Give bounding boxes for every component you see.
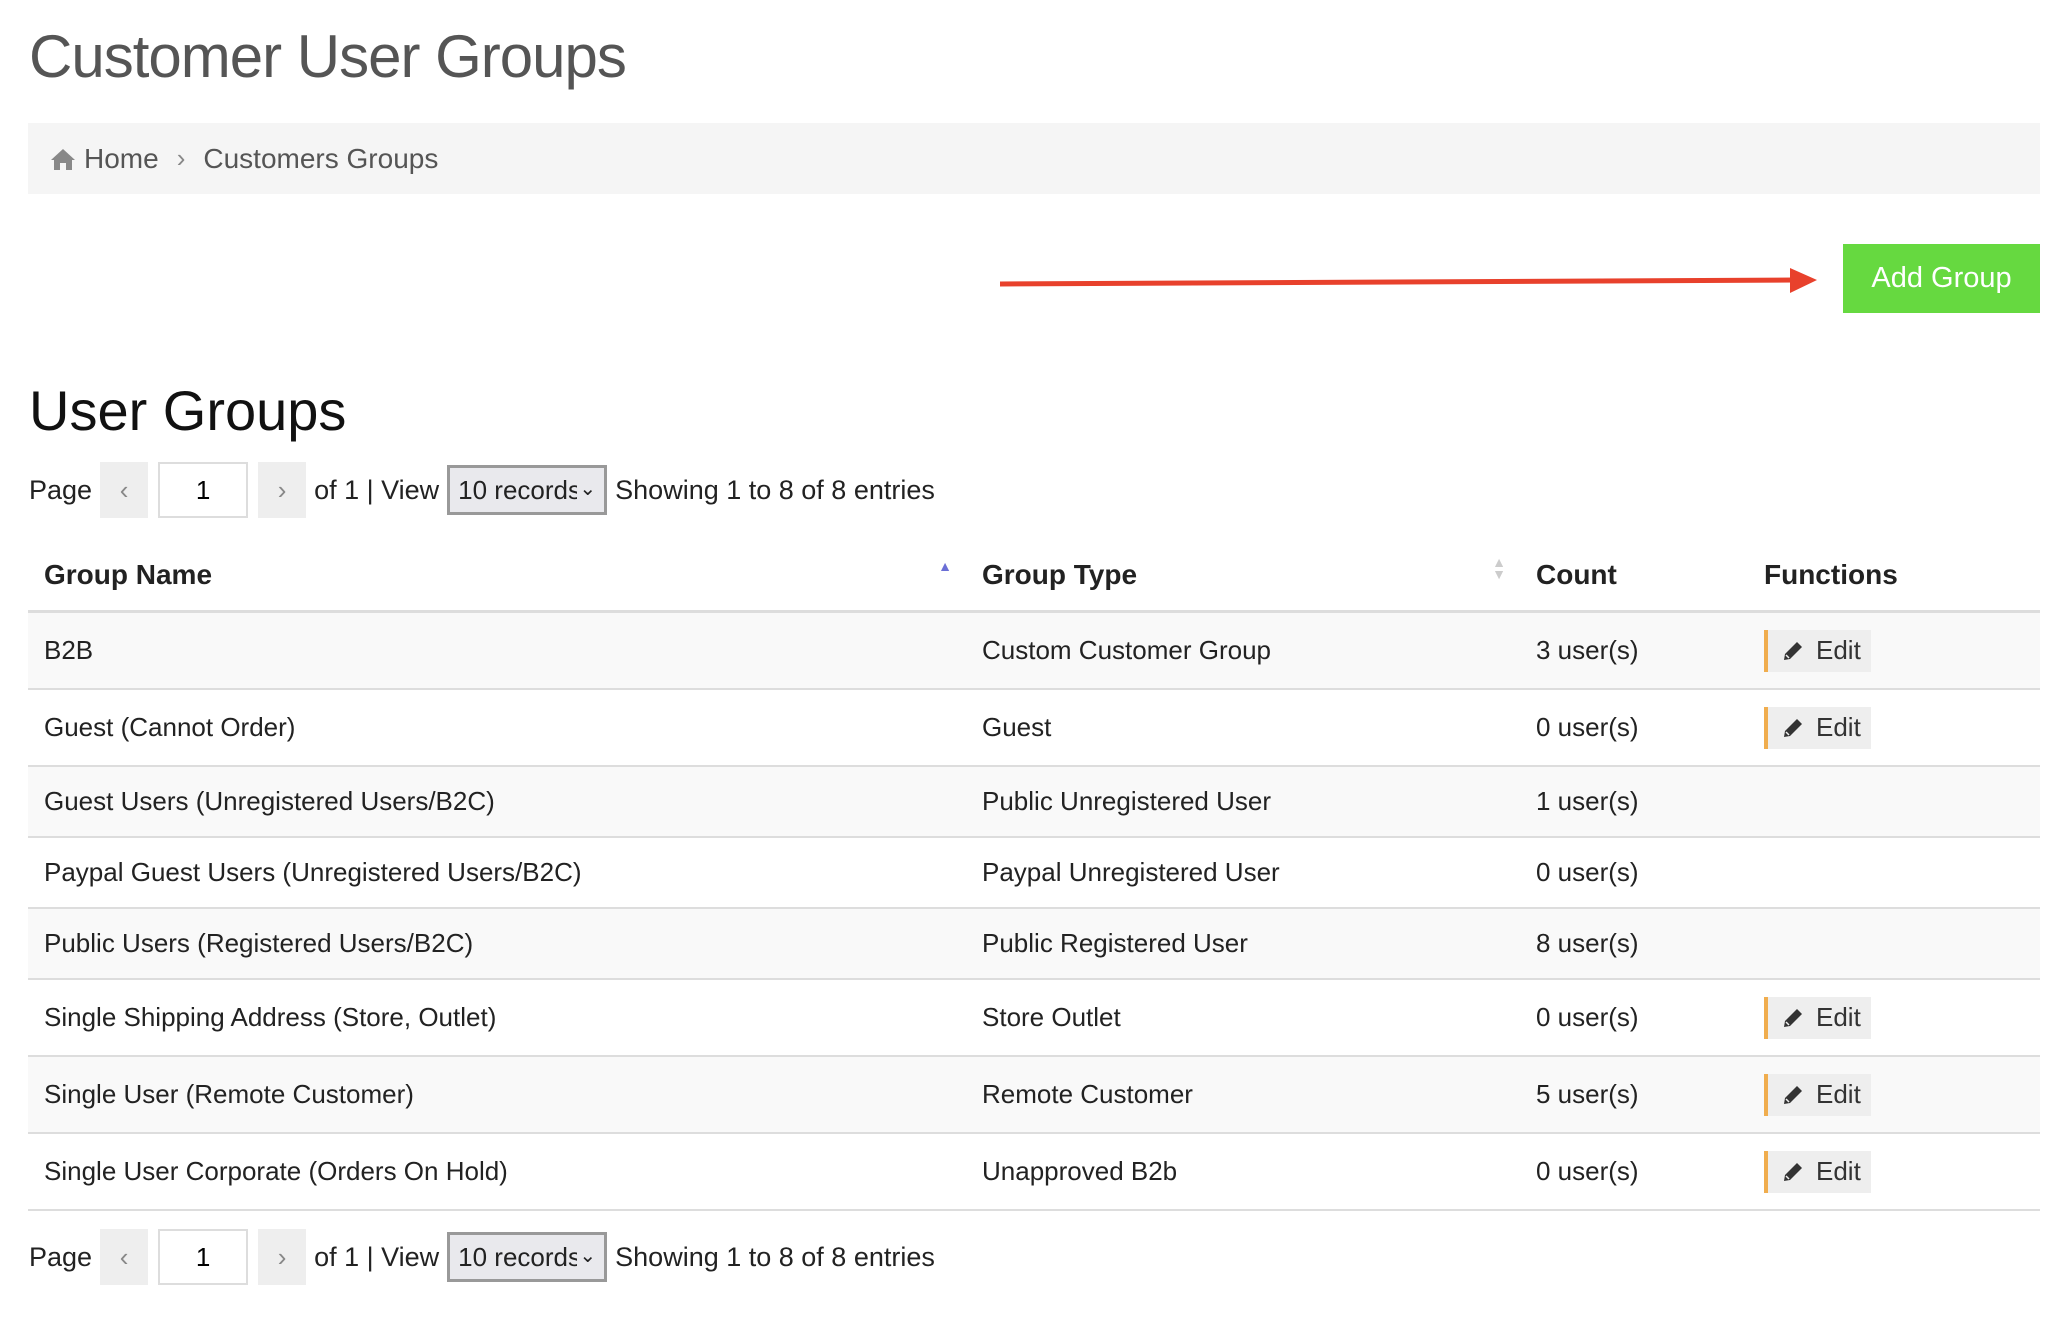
- user-count: 0 user(s): [1520, 837, 1748, 909]
- breadcrumb-current: Customers Groups: [203, 142, 439, 174]
- records-per-page-select[interactable]: 10 records ⌄: [447, 1232, 608, 1282]
- next-page-button[interactable]: ›: [258, 462, 307, 518]
- table-row: Single Shipping Address (Store, Outlet) S…: [28, 979, 2040, 1057]
- add-group-button[interactable]: Add Group: [1843, 244, 2040, 313]
- group-type: Store Outlet: [966, 979, 1520, 1057]
- functions-cell: Edit: [1748, 979, 2040, 1057]
- table-row: Single User (Remote Customer) Remote Cust…: [28, 1056, 2040, 1134]
- annotation-arrow-icon: [999, 268, 1817, 293]
- column-label: Group Name: [44, 559, 213, 590]
- page-label: Page: [29, 474, 93, 505]
- column-header-group-type[interactable]: Group Type ▲ ▼: [966, 540, 1520, 613]
- group-name: Public Users (Registered Users/B2C): [28, 908, 966, 980]
- edit-button[interactable]: Edit: [1764, 1150, 1871, 1193]
- table-row: B2B Custom Customer Group 3 user(s) Edit: [28, 611, 2040, 690]
- page-number-input[interactable]: [158, 462, 249, 518]
- user-count: 0 user(s): [1520, 1133, 1748, 1211]
- edit-label: Edit: [1816, 712, 1861, 742]
- functions-cell: Edit: [1748, 689, 2040, 767]
- page-label: Page: [29, 1241, 93, 1272]
- functions-cell: Edit: [1748, 1133, 2040, 1211]
- page-title: Customer User Groups: [29, 23, 627, 90]
- edit-label: Edit: [1816, 1002, 1861, 1032]
- sort-ascending-icon: ▲: [938, 558, 952, 574]
- pager-bottom: Page ‹ › of 1 | View 10 records⌄ Showing…: [29, 1229, 935, 1285]
- functions-cell: Edit: [1748, 1056, 2040, 1134]
- functions-cell: [1748, 766, 2040, 838]
- sort-unsorted-icon: ▲ ▼: [1492, 554, 1506, 582]
- page-number-input[interactable]: [158, 1229, 249, 1285]
- group-type: Remote Customer: [966, 1056, 1520, 1134]
- pencil-icon: [1784, 1008, 1802, 1027]
- user-count: 3 user(s): [1520, 611, 1748, 690]
- user-groups-table: Group Name ▲ Group Type ▲ ▼ Count Functions…: [28, 540, 2040, 1211]
- edit-button[interactable]: Edit: [1764, 996, 1871, 1039]
- edit-button[interactable]: Edit: [1764, 629, 1871, 672]
- user-count: 5 user(s): [1520, 1056, 1748, 1134]
- edit-label: Edit: [1816, 1156, 1861, 1186]
- pencil-icon: [1784, 718, 1802, 737]
- functions-cell: [1748, 837, 2040, 909]
- showing-entries: Showing 1 to 8 of 8 entries: [615, 1241, 935, 1272]
- of-view-label: of 1 | View: [314, 474, 440, 505]
- edit-button[interactable]: Edit: [1764, 706, 1871, 749]
- pencil-icon: [1784, 1162, 1802, 1181]
- prev-page-button[interactable]: ‹: [100, 1229, 149, 1285]
- breadcrumb: Home › Customers Groups: [28, 123, 2040, 194]
- group-type: Public Registered User: [966, 908, 1520, 980]
- group-type: Public Unregistered User: [966, 766, 1520, 838]
- group-name: Single Shipping Address (Store, Outlet): [28, 979, 966, 1057]
- group-name: Single User Corporate (Orders On Hold): [28, 1133, 966, 1211]
- group-type: Unapproved B2b: [966, 1133, 1520, 1211]
- records-per-page-value: 10 records: [458, 1241, 581, 1272]
- pager-top: Page ‹ › of 1 | View 10 records⌄ Showing…: [29, 462, 935, 518]
- of-view-label: of 1 | View: [314, 1241, 440, 1272]
- column-header-count: Count: [1520, 540, 1748, 613]
- table-row: Guest (Cannot Order) Guest 0 user(s) Edit: [28, 689, 2040, 767]
- section-title: User Groups: [29, 379, 347, 442]
- user-count: 0 user(s): [1520, 689, 1748, 767]
- column-header-group-name[interactable]: Group Name ▲: [28, 540, 966, 613]
- group-name: Paypal Guest Users (Unregistered Users/B…: [28, 837, 966, 909]
- functions-cell: [1748, 908, 2040, 980]
- next-page-button[interactable]: ›: [258, 1229, 307, 1285]
- showing-entries: Showing 1 to 8 of 8 entries: [615, 474, 935, 505]
- group-type: Guest: [966, 689, 1520, 767]
- table-row: Public Users (Registered Users/B2C) Publi…: [28, 908, 2040, 980]
- user-count: 0 user(s): [1520, 979, 1748, 1057]
- pencil-icon: [1784, 641, 1802, 660]
- records-per-page-select[interactable]: 10 records ⌄: [447, 465, 608, 515]
- records-per-page-value: 10 records: [458, 474, 581, 505]
- column-header-functions: Functions: [1748, 540, 2040, 613]
- pencil-icon: [1784, 1085, 1802, 1104]
- edit-button[interactable]: Edit: [1764, 1073, 1871, 1116]
- chevron-down-icon: ⌄: [577, 476, 597, 501]
- breadcrumb-home-link[interactable]: Home: [84, 143, 159, 175]
- group-name: Single User (Remote Customer): [28, 1056, 966, 1134]
- table-row: Guest Users (Unregistered Users/B2C) Publ…: [28, 766, 2040, 838]
- group-name: Guest Users (Unregistered Users/B2C): [28, 766, 966, 838]
- table-row: Single User Corporate (Orders On Hold) Un…: [28, 1133, 2040, 1211]
- edit-label: Edit: [1816, 1079, 1861, 1109]
- group-name: Guest (Cannot Order): [28, 689, 966, 767]
- group-type: Custom Customer Group: [966, 611, 1520, 690]
- home-icon: [51, 148, 75, 170]
- column-label: Group Type: [982, 559, 1138, 590]
- prev-page-button[interactable]: ‹: [100, 462, 149, 518]
- table-row: Paypal Guest Users (Unregistered Users/B…: [28, 837, 2040, 909]
- breadcrumb-separator-icon: ›: [176, 143, 186, 173]
- edit-label: Edit: [1816, 635, 1861, 665]
- user-count: 1 user(s): [1520, 766, 1748, 838]
- functions-cell: Edit: [1748, 611, 2040, 690]
- chevron-down-icon: ⌄: [577, 1243, 597, 1268]
- user-count: 8 user(s): [1520, 908, 1748, 980]
- group-name: B2B: [28, 611, 966, 690]
- group-type: Paypal Unregistered User: [966, 837, 1520, 909]
